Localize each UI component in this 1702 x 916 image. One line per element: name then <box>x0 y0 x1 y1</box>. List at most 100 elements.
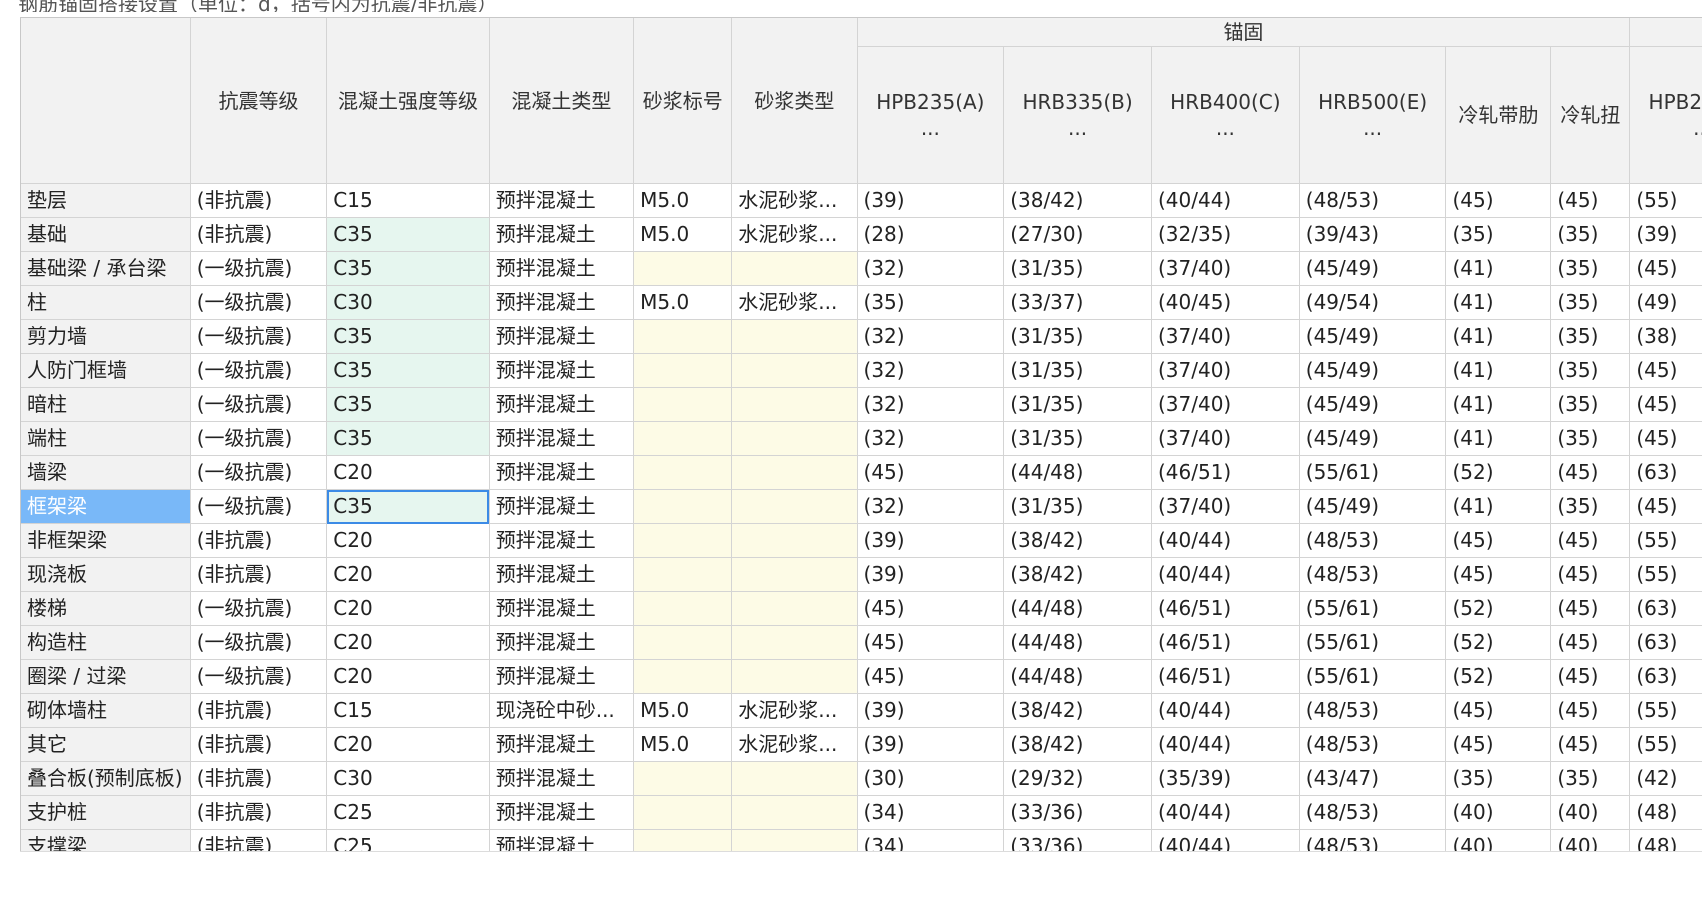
col-header-concrete-type[interactable]: 混凝土类型 <box>489 18 635 184</box>
concrete-grade-cell[interactable]: C35 <box>326 319 490 354</box>
mortar-grade-cell[interactable] <box>633 625 733 660</box>
table-row[interactable]: 支护桩 (非抗震) C25 预拌混凝土 (34) (33/36) (40/44) (48/53… <box>21 795 1702 830</box>
hrb335-cell[interactable]: (31/35) <box>1003 251 1152 286</box>
hpb235-lap-cell[interactable]: (45) <box>1629 353 1702 388</box>
hrb335-cell[interactable]: (38/42) <box>1003 693 1152 728</box>
mortar-grade-cell[interactable] <box>633 557 733 592</box>
hpb235-cell[interactable]: (39) <box>857 727 1005 762</box>
cold-rolled-ribbed-cell[interactable]: (35) <box>1445 217 1552 252</box>
cold-rolled-twisted-cell[interactable]: (35) <box>1550 489 1631 524</box>
concrete-type-cell[interactable]: 预拌混凝土 <box>489 659 635 694</box>
hrb500-cell[interactable]: (48/53) <box>1299 557 1447 592</box>
concrete-type-cell[interactable]: 预拌混凝土 <box>489 523 635 558</box>
table-row[interactable]: 支撑梁 (非抗震) C25 预拌混凝土 (34) (33/36) (40/44) (48/53… <box>21 829 1702 852</box>
table-row[interactable]: 人防门框墙 (一级抗震) C35 预拌混凝土 (32) (31/35) (37/40) (45… <box>21 353 1702 388</box>
concrete-grade-cell[interactable]: C35 <box>326 353 490 388</box>
concrete-grade-cell[interactable]: C20 <box>326 727 490 762</box>
hpb235-lap-cell[interactable]: (55) <box>1629 727 1702 762</box>
mortar-type-cell[interactable]: 水泥砂浆... <box>731 693 858 728</box>
mortar-grade-cell[interactable] <box>633 421 733 456</box>
mortar-type-cell[interactable] <box>731 591 858 626</box>
concrete-type-cell[interactable]: 预拌混凝土 <box>489 353 635 388</box>
hpb235-lap-cell[interactable]: (45) <box>1629 421 1702 456</box>
cold-rolled-twisted-cell[interactable]: (40) <box>1550 795 1631 830</box>
row-header[interactable]: 墙梁 <box>21 455 191 490</box>
hrb400-cell[interactable]: (46/51) <box>1151 625 1300 660</box>
hpb235-lap-cell[interactable]: (55) <box>1629 523 1702 558</box>
cold-rolled-twisted-cell[interactable]: (45) <box>1550 557 1631 592</box>
mortar-grade-cell[interactable] <box>633 659 733 694</box>
table-row[interactable]: 叠合板(预制底板) (非抗震) C30 预拌混凝土 (30) (29/32) (35/39)… <box>21 761 1702 796</box>
hpb235-lap-cell[interactable]: (63) <box>1629 625 1702 660</box>
hrb500-cell[interactable]: (55/61) <box>1299 659 1447 694</box>
seismic-cell[interactable]: (非抗震) <box>190 761 328 796</box>
hpb235-cell[interactable]: (45) <box>857 625 1005 660</box>
hpb235-cell[interactable]: (34) <box>857 795 1005 830</box>
concrete-grade-cell[interactable]: C25 <box>326 829 490 852</box>
mortar-grade-cell[interactable] <box>633 829 733 852</box>
mortar-type-cell[interactable] <box>731 319 858 354</box>
cold-rolled-ribbed-cell[interactable]: (41) <box>1445 319 1552 354</box>
mortar-grade-cell[interactable] <box>633 455 733 490</box>
cold-rolled-twisted-cell[interactable]: (45) <box>1550 591 1631 626</box>
table-row[interactable]: 砌体墙柱 (非抗震) C15 现浇砼中砂... M5.0 水泥砂浆... (39) (38/4… <box>21 693 1702 728</box>
mortar-type-cell[interactable] <box>731 387 858 422</box>
cold-rolled-ribbed-cell[interactable]: (45) <box>1445 523 1552 558</box>
cold-rolled-ribbed-cell[interactable]: (45) <box>1445 727 1552 762</box>
cold-rolled-twisted-cell[interactable]: (45) <box>1550 659 1631 694</box>
seismic-cell[interactable]: (一级抗震) <box>190 387 328 422</box>
concrete-type-cell[interactable]: 预拌混凝土 <box>489 591 635 626</box>
mortar-grade-cell[interactable] <box>633 489 733 524</box>
hpb235-lap-cell[interactable]: (55) <box>1629 557 1702 592</box>
seismic-cell[interactable]: (非抗震) <box>190 795 328 830</box>
concrete-grade-cell[interactable]: C20 <box>326 591 490 626</box>
seismic-cell[interactable]: (一级抗震) <box>190 455 328 490</box>
table-row[interactable]: 垫层 (非抗震) C15 预拌混凝土 M5.0 水泥砂浆... (39) (38/42) (40… <box>21 183 1702 218</box>
col-header-hrb335[interactable]: HRB335(B)... <box>1003 46 1152 184</box>
hrb335-cell[interactable]: (44/48) <box>1003 591 1152 626</box>
hrb335-cell[interactable]: (33/37) <box>1003 285 1152 320</box>
cold-rolled-twisted-cell[interactable]: (35) <box>1550 761 1631 796</box>
mortar-grade-cell[interactable] <box>633 795 733 830</box>
table-row[interactable]: 构造柱 (一级抗震) C20 预拌混凝土 (45) (44/48) (46/51) (55/6… <box>21 625 1702 660</box>
hrb500-cell[interactable]: (45/49) <box>1299 353 1447 388</box>
row-header[interactable]: 基础 <box>21 217 191 252</box>
seismic-cell[interactable]: (一级抗震) <box>190 625 328 660</box>
hrb335-cell[interactable]: (44/48) <box>1003 455 1152 490</box>
cold-rolled-twisted-cell[interactable]: (35) <box>1550 285 1631 320</box>
hpb235-lap-cell[interactable]: (63) <box>1629 455 1702 490</box>
hpb235-cell[interactable]: (39) <box>857 557 1005 592</box>
concrete-grade-cell[interactable]: C15 <box>326 183 490 218</box>
hpb235-lap-cell[interactable]: (55) <box>1629 693 1702 728</box>
mortar-grade-cell[interactable] <box>633 387 733 422</box>
hrb500-cell[interactable]: (48/53) <box>1299 523 1447 558</box>
concrete-type-cell[interactable]: 预拌混凝土 <box>489 251 635 286</box>
seismic-cell[interactable]: (非抗震) <box>190 727 328 762</box>
cold-rolled-twisted-cell[interactable]: (45) <box>1550 183 1631 218</box>
col-header-hpb235[interactable]: HPB235(A)... <box>857 46 1005 184</box>
cold-rolled-ribbed-cell[interactable]: (52) <box>1445 455 1552 490</box>
hrb400-cell[interactable]: (40/45) <box>1151 285 1300 320</box>
hrb400-cell[interactable]: (46/51) <box>1151 591 1300 626</box>
concrete-type-cell[interactable]: 预拌混凝土 <box>489 319 635 354</box>
concrete-type-cell[interactable]: 预拌混凝土 <box>489 557 635 592</box>
row-header[interactable]: 现浇板 <box>21 557 191 592</box>
hpb235-cell[interactable]: (45) <box>857 659 1005 694</box>
hpb235-cell[interactable]: (39) <box>857 693 1005 728</box>
mortar-grade-cell[interactable]: M5.0 <box>633 727 733 762</box>
cold-rolled-twisted-cell[interactable]: (45) <box>1550 625 1631 660</box>
concrete-type-cell[interactable]: 预拌混凝土 <box>489 727 635 762</box>
mortar-type-cell[interactable] <box>731 625 858 660</box>
seismic-cell[interactable]: (一级抗震) <box>190 659 328 694</box>
col-header-mortar-grade[interactable]: 砂浆标号 <box>633 18 733 184</box>
hrb335-cell[interactable]: (27/30) <box>1003 217 1152 252</box>
mortar-grade-cell[interactable] <box>633 591 733 626</box>
hrb500-cell[interactable]: (45/49) <box>1299 489 1447 524</box>
col-header-hpb235-lap[interactable]: HPB235(A)... <box>1629 46 1702 184</box>
concrete-grade-cell[interactable]: C20 <box>326 455 490 490</box>
concrete-type-cell[interactable]: 预拌混凝土 <box>489 829 635 852</box>
table-row[interactable]: 现浇板 (非抗震) C20 预拌混凝土 (39) (38/42) (40/44) (48/53… <box>21 557 1702 592</box>
col-header-cold-rolled-ribbed[interactable]: 冷轧带肋 <box>1445 46 1552 184</box>
hpb235-lap-cell[interactable]: (63) <box>1629 591 1702 626</box>
hpb235-lap-cell[interactable]: (49) <box>1629 285 1702 320</box>
